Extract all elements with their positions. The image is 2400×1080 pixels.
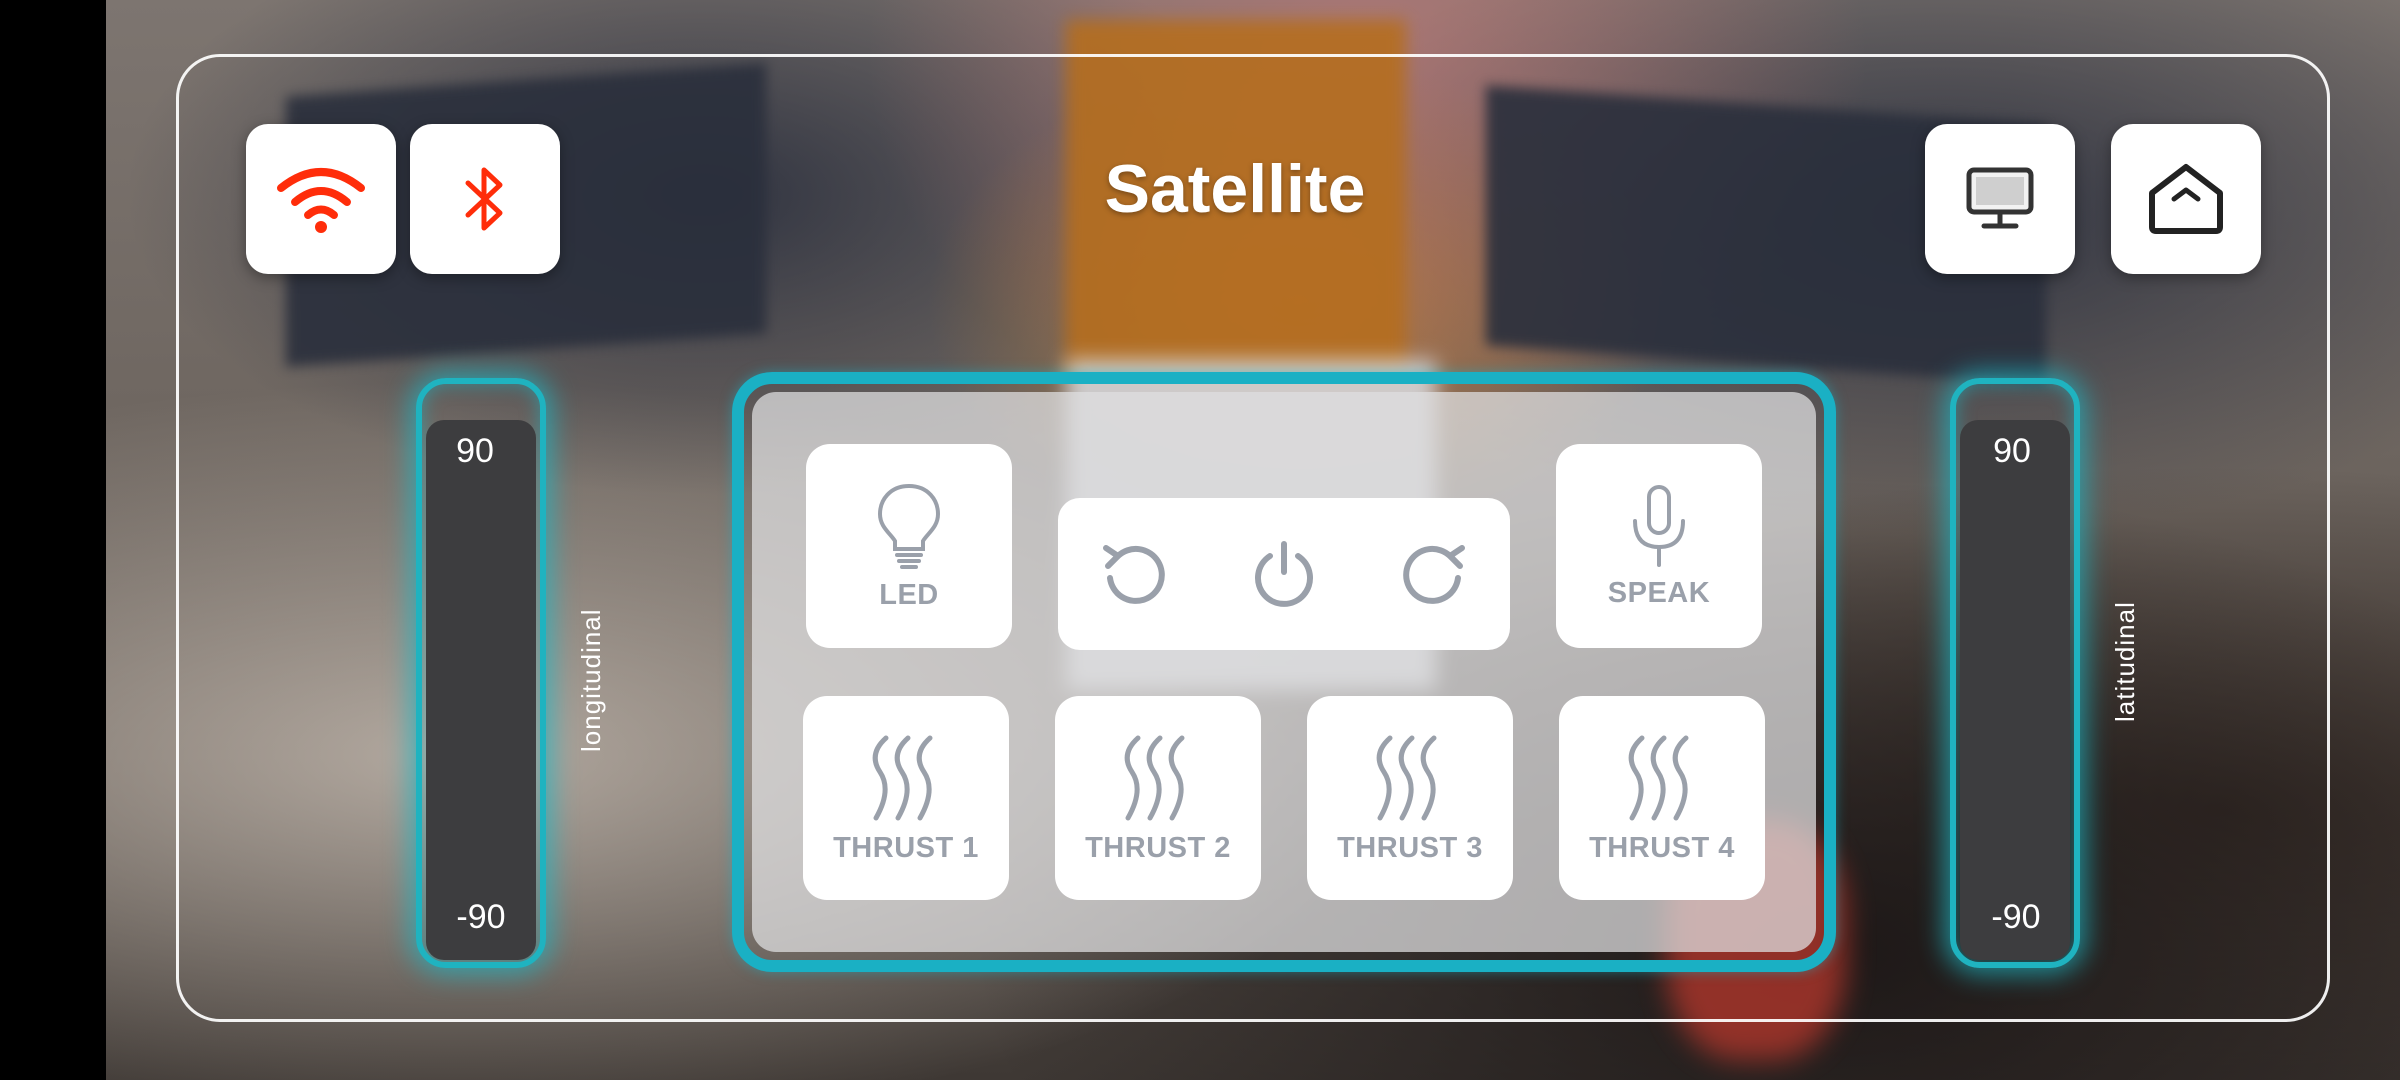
wifi-button[interactable] bbox=[246, 124, 396, 274]
thrust-1-label: THRUST 1 bbox=[833, 831, 979, 864]
led-button[interactable]: LED bbox=[806, 444, 1012, 648]
bluetooth-button[interactable] bbox=[410, 124, 560, 274]
wifi-icon bbox=[277, 168, 365, 233]
thrust-icon bbox=[1124, 735, 1185, 820]
led-label: LED bbox=[879, 578, 939, 611]
latitudinal-label: latitudinal bbox=[2110, 601, 2140, 722]
thrust-2-label: THRUST 2 bbox=[1085, 831, 1231, 864]
screen-button[interactable] bbox=[1925, 124, 2075, 274]
home-button[interactable] bbox=[2111, 124, 2261, 274]
latitudinal-max: 90 bbox=[1993, 432, 2031, 470]
thrust-icon bbox=[1376, 735, 1437, 820]
speak-label: SPEAK bbox=[1607, 576, 1711, 609]
bluetooth-icon bbox=[465, 167, 503, 231]
thrust-icon bbox=[1628, 735, 1689, 820]
home-icon bbox=[2149, 164, 2223, 234]
thrust-icon bbox=[872, 735, 933, 820]
thrust-1-button[interactable]: THRUST 1 bbox=[803, 696, 1009, 900]
thrust-2-button[interactable]: THRUST 2 bbox=[1055, 696, 1261, 900]
microphone-icon bbox=[1633, 484, 1685, 567]
thrust-4-button[interactable]: THRUST 4 bbox=[1559, 696, 1765, 900]
latitudinal-slider[interactable] bbox=[1960, 420, 2070, 960]
longitudinal-slider[interactable] bbox=[426, 420, 536, 960]
speak-button[interactable]: SPEAK bbox=[1556, 444, 1762, 648]
power-icon[interactable] bbox=[1248, 538, 1320, 610]
longitudinal-label: longitudinal bbox=[576, 608, 606, 752]
rotate-cw-icon[interactable] bbox=[1398, 538, 1470, 610]
rotate-ccw-icon[interactable] bbox=[1098, 538, 1170, 610]
thrust-3-label: THRUST 3 bbox=[1337, 831, 1483, 864]
longitudinal-min: -90 bbox=[456, 898, 506, 936]
thrust-4-label: THRUST 4 bbox=[1589, 831, 1735, 864]
thrust-3-button[interactable]: THRUST 3 bbox=[1307, 696, 1513, 900]
monitor-icon bbox=[1966, 167, 2034, 229]
motion-control-group bbox=[1058, 498, 1510, 650]
latitudinal-min: -90 bbox=[1991, 898, 2041, 936]
page-title: Satellite bbox=[1104, 151, 1366, 227]
longitudinal-max: 90 bbox=[456, 432, 494, 470]
lightbulb-icon bbox=[877, 483, 941, 569]
